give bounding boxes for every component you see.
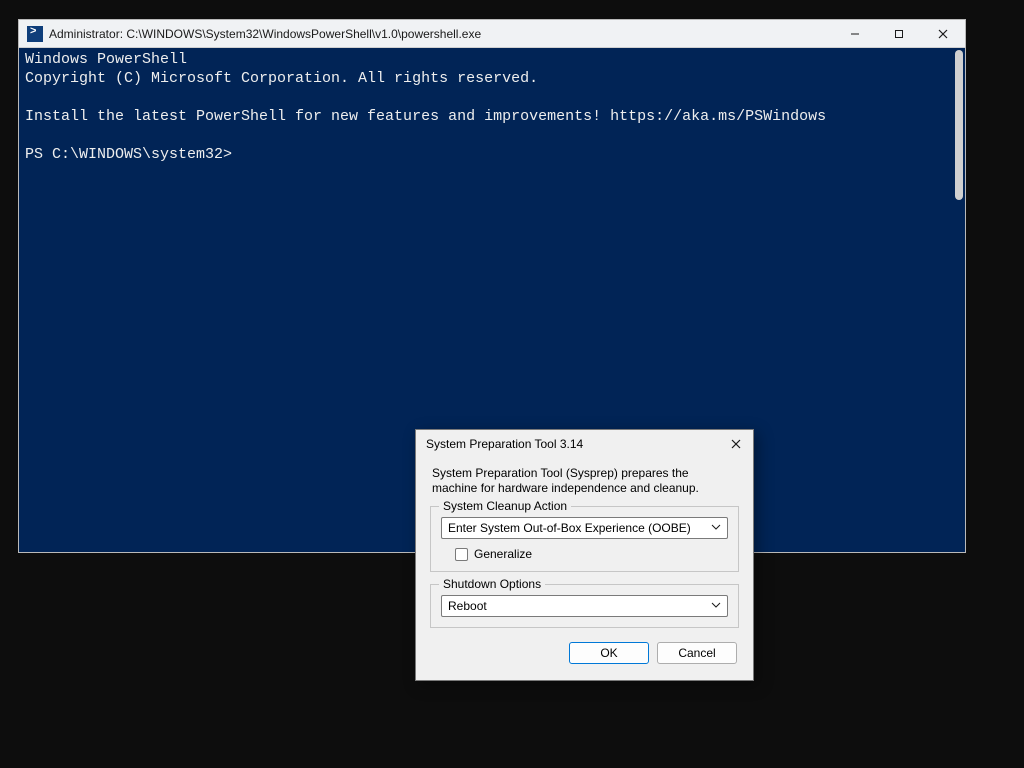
chevron-down-icon bbox=[711, 521, 721, 535]
minimize-button[interactable] bbox=[833, 20, 877, 48]
shutdown-selected-value: Reboot bbox=[448, 599, 487, 613]
sysprep-titlebar[interactable]: System Preparation Tool 3.14 bbox=[416, 430, 753, 458]
terminal-line: Install the latest PowerShell for new fe… bbox=[25, 108, 826, 125]
ok-button-label: OK bbox=[600, 646, 617, 660]
maximize-icon bbox=[894, 29, 904, 39]
terminal-prompt: PS C:\WINDOWS\system32> bbox=[25, 146, 232, 163]
cancel-button[interactable]: Cancel bbox=[657, 642, 737, 664]
dialog-button-row: OK Cancel bbox=[430, 642, 739, 668]
shutdown-legend: Shutdown Options bbox=[439, 577, 545, 591]
cleanup-fieldset: System Cleanup Action Enter System Out-o… bbox=[430, 506, 739, 572]
close-icon bbox=[731, 439, 741, 449]
close-button[interactable] bbox=[921, 20, 965, 48]
powershell-title: Administrator: C:\WINDOWS\System32\Windo… bbox=[49, 27, 481, 41]
ok-button[interactable]: OK bbox=[569, 642, 649, 664]
sysprep-description: System Preparation Tool (Sysprep) prepar… bbox=[430, 466, 739, 496]
generalize-row[interactable]: Generalize bbox=[455, 547, 728, 561]
close-icon bbox=[938, 29, 948, 39]
generalize-label: Generalize bbox=[474, 547, 532, 561]
terminal-line: Windows PowerShell bbox=[25, 51, 187, 68]
cancel-button-label: Cancel bbox=[678, 646, 715, 660]
scrollbar-thumb[interactable] bbox=[955, 50, 963, 200]
shutdown-options-select[interactable]: Reboot bbox=[441, 595, 728, 617]
cleanup-action-select[interactable]: Enter System Out-of-Box Experience (OOBE… bbox=[441, 517, 728, 539]
shutdown-fieldset: Shutdown Options Reboot bbox=[430, 584, 739, 628]
cleanup-selected-value: Enter System Out-of-Box Experience (OOBE… bbox=[448, 521, 691, 535]
chevron-down-icon bbox=[711, 599, 721, 613]
generalize-checkbox[interactable] bbox=[455, 548, 468, 561]
powershell-titlebar[interactable]: Administrator: C:\WINDOWS\System32\Windo… bbox=[19, 20, 965, 48]
minimize-icon bbox=[850, 29, 860, 39]
dialog-close-button[interactable] bbox=[719, 430, 753, 458]
sysprep-body: System Preparation Tool (Sysprep) prepar… bbox=[416, 458, 753, 680]
terminal-line: Copyright (C) Microsoft Corporation. All… bbox=[25, 70, 538, 87]
sysprep-dialog: System Preparation Tool 3.14 System Prep… bbox=[415, 429, 754, 681]
cleanup-legend: System Cleanup Action bbox=[439, 499, 571, 513]
maximize-button[interactable] bbox=[877, 20, 921, 48]
sysprep-title: System Preparation Tool 3.14 bbox=[426, 437, 719, 451]
powershell-icon bbox=[27, 26, 43, 42]
